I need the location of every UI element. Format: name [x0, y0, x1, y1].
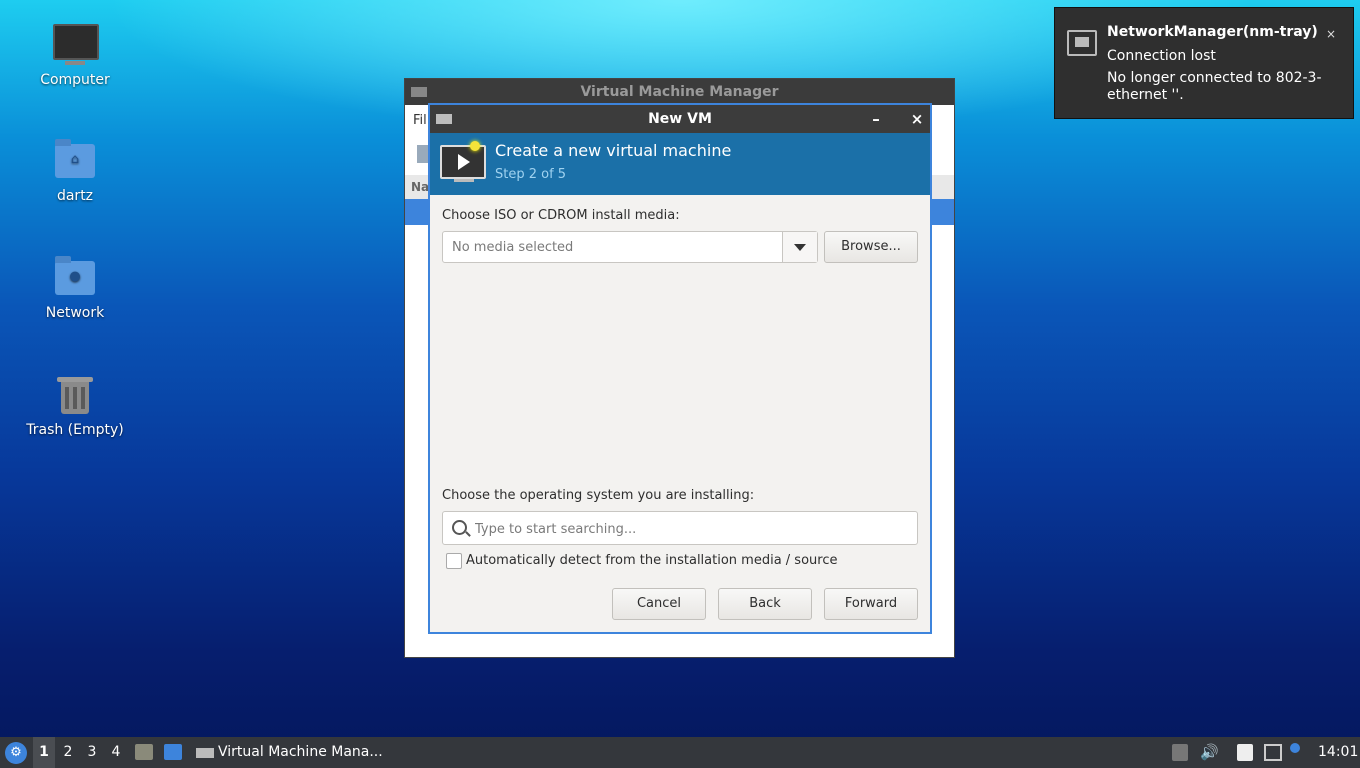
install-media-combo[interactable]: No media selected [442, 231, 818, 263]
clipboard-icon[interactable] [1237, 744, 1253, 761]
taskbar-task-vmm[interactable]: Virtual Machine Mana... [192, 737, 383, 768]
auto-detect-label[interactable]: Automatically detect from the installati… [466, 553, 837, 568]
dialog-title: New VM [648, 111, 712, 127]
browse-button[interactable]: Browse... [824, 231, 918, 263]
trash-icon [53, 374, 97, 418]
auto-detect-checkbox[interactable] [446, 553, 462, 569]
application-menu-button[interactable]: ⚙ [5, 742, 27, 764]
taskbar: ⚙ 1 2 3 4 Virtual Machine Mana... 🔊 14:0… [0, 737, 1360, 768]
clock[interactable]: 14:01 [1318, 737, 1358, 768]
vmm-logo-icon [196, 748, 214, 758]
os-label: Choose the operating system you are inst… [442, 488, 755, 503]
new-vm-dialog: New VM – × Create a new virtual machine … [428, 103, 932, 634]
workspace-1[interactable]: 1 [33, 737, 55, 768]
search-icon [452, 520, 467, 535]
chevron-down-icon[interactable] [782, 232, 817, 262]
desktop-icon-home-folder[interactable]: ⌂ dartz [15, 139, 135, 204]
show-desktop-icon[interactable] [164, 744, 182, 760]
os-search-box[interactable] [442, 511, 918, 545]
window-titlebar[interactable]: Virtual Machine Manager [405, 79, 954, 105]
virtual-machine-icon [440, 145, 486, 179]
notification-summary: Connection lost [1107, 48, 1216, 64]
notification-body: No longer connected to 802-3-ethernet ''… [1107, 70, 1322, 103]
wizard-title: Create a new virtual machine [495, 141, 732, 160]
network-folder-icon: ● [53, 256, 97, 301]
desktop-icon-label: dartz [56, 188, 94, 204]
file-manager-launcher-icon[interactable] [135, 744, 153, 760]
notification-close-button[interactable]: × [1323, 26, 1339, 42]
dialog-titlebar[interactable]: New VM – × [430, 105, 930, 133]
vmm-logo-icon [411, 87, 427, 97]
notification-popup[interactable]: NetworkManager(nm-tray) Connection lost … [1054, 7, 1354, 119]
task-label: Virtual Machine Mana... [218, 744, 383, 760]
desktop-icon-label: Computer [40, 72, 110, 88]
menu-file[interactable]: Fil [413, 113, 427, 128]
minimize-button[interactable]: – [861, 105, 891, 133]
wizard-header: Create a new virtual machine Step 2 of 5 [430, 133, 930, 195]
install-media-value: No media selected [452, 240, 574, 255]
workspace-3[interactable]: 3 [81, 737, 103, 768]
network-wired-icon [1067, 30, 1097, 56]
volume-icon[interactable]: 🔊 [1200, 744, 1219, 761]
os-search-input[interactable] [473, 518, 907, 540]
workspace-4[interactable]: 4 [105, 737, 127, 768]
vmm-logo-icon [436, 114, 452, 124]
desktop-icon-label: Trash (Empty) [26, 422, 124, 438]
tray-expand-icon[interactable] [1172, 744, 1188, 761]
close-button[interactable]: × [902, 105, 932, 133]
new-star-icon [470, 141, 480, 151]
desktop-icon-network[interactable]: ● Network [15, 256, 135, 321]
workspace-2[interactable]: 2 [57, 737, 79, 768]
computer-icon [53, 24, 99, 68]
window-title: Virtual Machine Manager [580, 84, 779, 100]
cancel-button[interactable]: Cancel [612, 588, 706, 620]
notification-tray-icon[interactable] [1290, 743, 1300, 753]
back-button[interactable]: Back [718, 588, 812, 620]
desktop-icon-computer[interactable]: Computer [15, 24, 135, 88]
forward-button[interactable]: Forward [824, 588, 918, 620]
desktop-icon-label: Network [45, 305, 105, 321]
notification-app: NetworkManager(nm-tray) [1107, 24, 1318, 40]
install-media-label: Choose ISO or CDROM install media: [442, 208, 680, 223]
home-folder-icon: ⌂ [53, 139, 97, 184]
desktop-icon-trash[interactable]: Trash (Empty) [15, 374, 135, 438]
network-tray-icon[interactable] [1264, 744, 1282, 761]
wizard-step: Step 2 of 5 [495, 167, 567, 182]
